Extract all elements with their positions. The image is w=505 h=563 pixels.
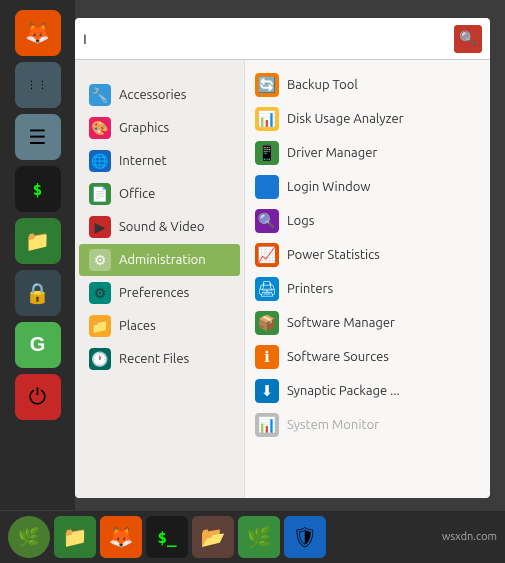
graphics-label: Graphics	[119, 121, 169, 135]
administration-label: Administration	[119, 253, 206, 267]
administration-icon: ⚙	[89, 249, 111, 271]
right-item-logs[interactable]: 🔍 Logs	[245, 204, 490, 238]
taskbar-bottom-icon-terminal-b[interactable]: $_	[146, 516, 188, 558]
taskbar-icon-settings[interactable]: ☰	[15, 114, 61, 160]
office-icon: 📄	[89, 183, 111, 205]
preferences-label: Preferences	[119, 286, 189, 300]
left-item-places[interactable]: 📁 Places	[79, 310, 240, 342]
accessories-label: Accessories	[119, 88, 186, 102]
login-window-label: Login Window	[287, 180, 370, 194]
taskbar-bottom-icon-files-b[interactable]: 📁	[54, 516, 96, 558]
disk-usage-label: Disk Usage Analyzer	[287, 112, 404, 126]
backup-tool-label: Backup Tool	[287, 78, 358, 92]
right-item-system-monitor: 📊 System Monitor	[245, 408, 490, 442]
logs-label: Logs	[287, 214, 314, 228]
taskbar-icon-terminal[interactable]: $	[15, 166, 61, 212]
search-button[interactable]: 🔍	[454, 25, 482, 53]
printers-icon: 🖨	[255, 277, 279, 301]
sound-video-label: Sound & Video	[119, 220, 205, 234]
taskbar-bottom-icon-folder-b[interactable]: 📂	[192, 516, 234, 558]
driver-manager-icon: 📱	[255, 141, 279, 165]
search-bar: 🔍	[75, 18, 490, 60]
right-item-power-statistics[interactable]: 📈 Power Statistics	[245, 238, 490, 272]
taskbar-bottom-icon-firefox-b[interactable]: 🦊	[100, 516, 142, 558]
login-window-icon: 👤	[255, 175, 279, 199]
taskbar-left: 🦊 ⋮⋮ ☰ $ 📁 🔒 G ⏻	[0, 0, 75, 510]
recent-files-icon: 🕐	[89, 348, 111, 370]
right-item-software-sources[interactable]: ℹ Software Sources	[245, 340, 490, 374]
right-item-driver-manager[interactable]: 📱 Driver Manager	[245, 136, 490, 170]
taskbar-bottom-icon-vpn[interactable]: 🛡	[284, 516, 326, 558]
left-item-office[interactable]: 📄 Office	[79, 178, 240, 210]
software-manager-icon: 📦	[255, 311, 279, 335]
taskbar-bottom: 🌿📁🦊$_📂🌿🛡wsxdn.com	[0, 511, 505, 563]
synaptic-icon: ⬇	[255, 379, 279, 403]
left-panel: 🔧 Accessories 🎨 Graphics 🌐 Internet 📄 Office ▶ So…	[75, 60, 245, 498]
section-header	[75, 68, 244, 78]
right-panel: 🔄 Backup Tool 📊 Disk Usage Analyzer 📱 Driver …	[245, 60, 490, 498]
backup-tool-icon: 🔄	[255, 73, 279, 97]
left-item-sound-video[interactable]: ▶ Sound & Video	[79, 211, 240, 243]
right-item-printers[interactable]: 🖨 Printers	[245, 272, 490, 306]
internet-label: Internet	[119, 154, 167, 168]
places-icon: 📁	[89, 315, 111, 337]
taskbar-icon-power[interactable]: ⏻	[15, 374, 61, 420]
right-item-disk-usage[interactable]: 📊 Disk Usage Analyzer	[245, 102, 490, 136]
taskbar-icon-app-grid[interactable]: ⋮⋮	[15, 62, 61, 108]
right-item-software-manager[interactable]: 📦 Software Manager	[245, 306, 490, 340]
preferences-icon: ⚙	[89, 282, 111, 304]
left-item-preferences[interactable]: ⚙ Preferences	[79, 277, 240, 309]
accessories-icon: 🔧	[89, 84, 111, 106]
disk-usage-icon: 📊	[255, 107, 279, 131]
recent-files-label: Recent Files	[119, 352, 189, 366]
taskbar-icon-cog[interactable]: G	[15, 322, 61, 368]
right-item-backup-tool[interactable]: 🔄 Backup Tool	[245, 68, 490, 102]
power-statistics-label: Power Statistics	[287, 248, 380, 262]
software-sources-icon: ℹ	[255, 345, 279, 369]
synaptic-label: Synaptic Package ...	[287, 384, 400, 398]
search-icon: 🔍	[459, 30, 476, 47]
internet-icon: 🌐	[89, 150, 111, 172]
taskbar-icon-firefox[interactable]: 🦊	[15, 10, 61, 56]
left-item-accessories[interactable]: 🔧 Accessories	[79, 79, 240, 111]
right-item-synaptic[interactable]: ⬇ Synaptic Package ...	[245, 374, 490, 408]
system-monitor-label: System Monitor	[287, 418, 379, 432]
watermark: wsxdn.com	[442, 531, 497, 543]
places-label: Places	[119, 319, 156, 333]
software-sources-label: Software Sources	[287, 350, 389, 364]
system-monitor-icon: 📊	[255, 413, 279, 437]
driver-manager-label: Driver Manager	[287, 146, 377, 160]
search-input[interactable]	[83, 31, 454, 47]
taskbar-icon-lock[interactable]: 🔒	[15, 270, 61, 316]
sound-video-icon: ▶	[89, 216, 111, 238]
left-item-recent-files[interactable]: 🕐 Recent Files	[79, 343, 240, 375]
graphics-icon: 🎨	[89, 117, 111, 139]
software-manager-label: Software Manager	[287, 316, 395, 330]
left-item-internet[interactable]: 🌐 Internet	[79, 145, 240, 177]
logs-icon: 🔍	[255, 209, 279, 233]
printers-label: Printers	[287, 282, 333, 296]
taskbar-bottom-icon-mint2[interactable]: 🌿	[238, 516, 280, 558]
application-menu: 🔍 🔧 Accessories 🎨 Graphics 🌐 Internet 📄 Office ▶…	[75, 18, 490, 498]
office-label: Office	[119, 187, 155, 201]
power-statistics-icon: 📈	[255, 243, 279, 267]
taskbar-bottom-mint[interactable]: 🌿	[8, 516, 50, 558]
right-item-login-window[interactable]: 👤 Login Window	[245, 170, 490, 204]
left-item-graphics[interactable]: 🎨 Graphics	[79, 112, 240, 144]
taskbar-icon-files[interactable]: 📁	[15, 218, 61, 264]
left-item-administration[interactable]: ⚙ Administration	[79, 244, 240, 276]
menu-body: 🔧 Accessories 🎨 Graphics 🌐 Internet 📄 Office ▶ So…	[75, 60, 490, 498]
